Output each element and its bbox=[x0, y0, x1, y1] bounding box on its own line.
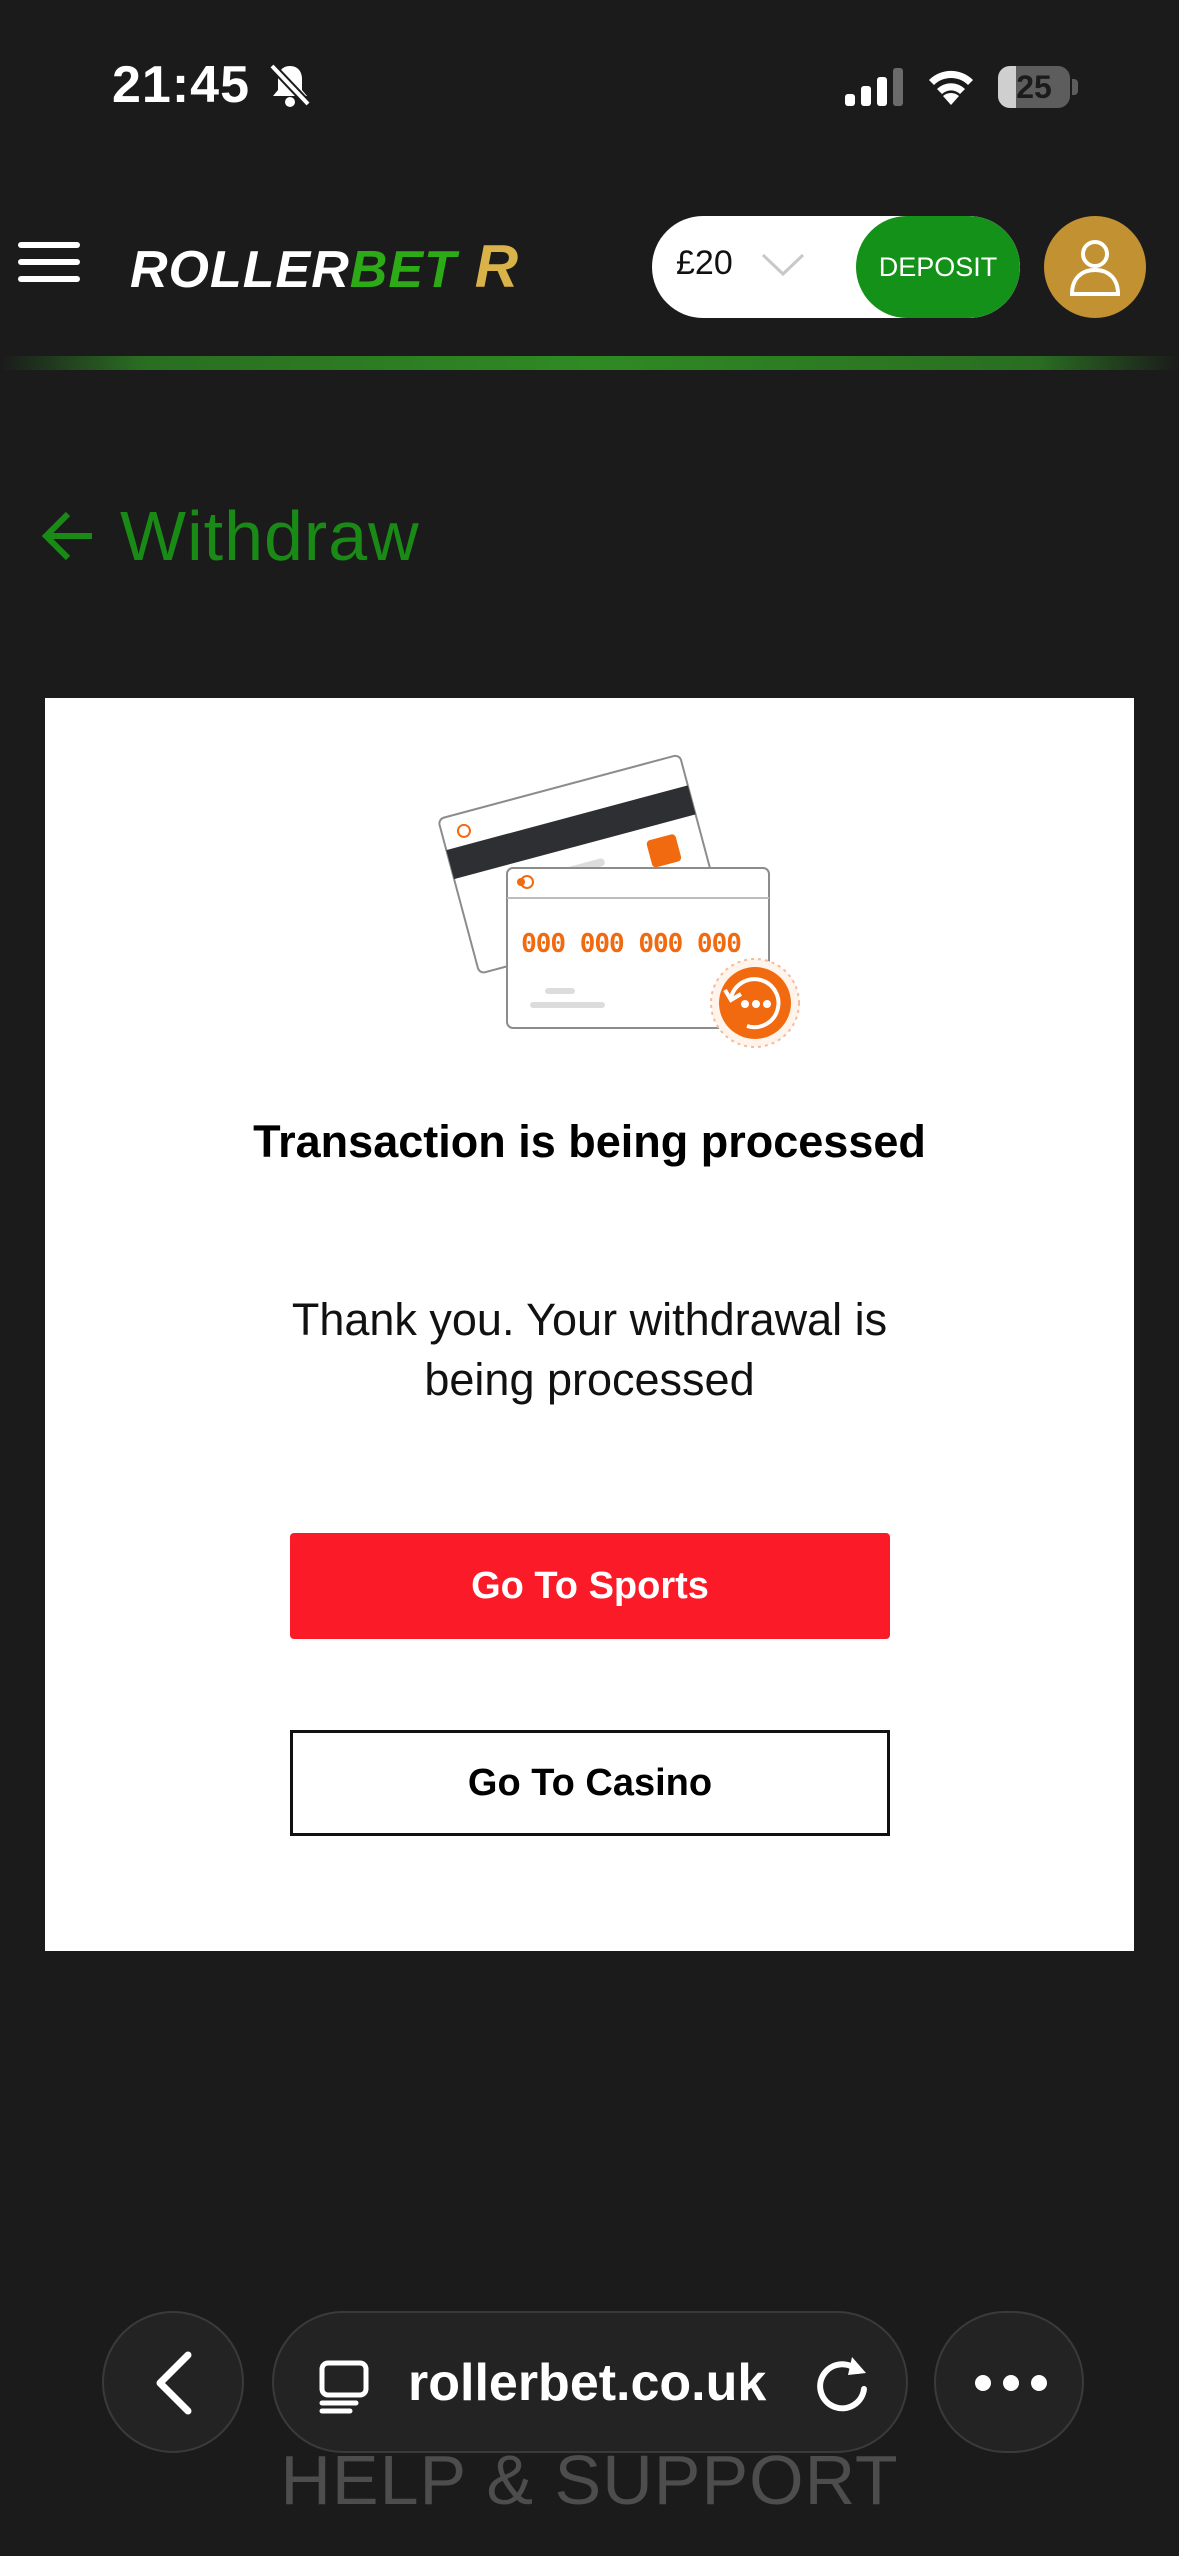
logo-mark: R bbox=[474, 233, 520, 300]
go-to-casino-button[interactable]: Go To Casino bbox=[290, 1730, 890, 1836]
balance-pill[interactable]: £20 DEPOSIT bbox=[652, 216, 1020, 318]
chevron-down-icon[interactable] bbox=[760, 252, 806, 278]
card-icon: 000 000 000 000 bbox=[438, 754, 800, 1048]
deposit-button[interactable]: DEPOSIT bbox=[856, 216, 1020, 318]
browser-more-button[interactable] bbox=[934, 2311, 1084, 2453]
go-to-sports-button[interactable]: Go To Sports bbox=[290, 1533, 890, 1639]
wifi-icon bbox=[929, 70, 973, 105]
transaction-card: 000 000 000 000 Transaction is being pro… bbox=[45, 698, 1134, 1951]
tabs-icon bbox=[319, 2360, 369, 2414]
logo-bet: BET bbox=[349, 241, 457, 299]
menu-icon[interactable] bbox=[18, 242, 80, 286]
card-digits: 000 000 000 000 bbox=[521, 929, 741, 959]
avatar[interactable] bbox=[1044, 216, 1146, 318]
back-arrow-icon[interactable] bbox=[40, 508, 96, 564]
logo-roller: ROLLER bbox=[130, 241, 350, 299]
page-title: Withdraw bbox=[120, 497, 420, 575]
browser-back-button[interactable] bbox=[102, 2311, 244, 2453]
user-icon bbox=[1069, 240, 1121, 296]
more-icon bbox=[975, 2375, 1047, 2391]
status-time: 21:45 bbox=[112, 56, 250, 114]
signal-icon bbox=[845, 68, 903, 106]
battery-indicator: 25 bbox=[998, 66, 1078, 108]
processing-message: Thank you. Your withdrawal is being proc… bbox=[291, 1294, 888, 1405]
reload-icon[interactable] bbox=[814, 2353, 874, 2415]
bell-slash-icon bbox=[269, 63, 311, 107]
processing-heading: Transaction is being processed bbox=[253, 1116, 926, 1167]
battery-level: 25 bbox=[1016, 69, 1052, 105]
address-bar[interactable]: rollerbet.co.uk bbox=[272, 2311, 908, 2453]
chevron-left-icon bbox=[156, 2351, 192, 2415]
address-text: rollerbet.co.uk bbox=[408, 2354, 767, 2412]
balance-amount: £20 bbox=[676, 244, 733, 282]
header-divider bbox=[0, 356, 1179, 370]
logo[interactable]: ROLLERBET R bbox=[130, 232, 519, 301]
